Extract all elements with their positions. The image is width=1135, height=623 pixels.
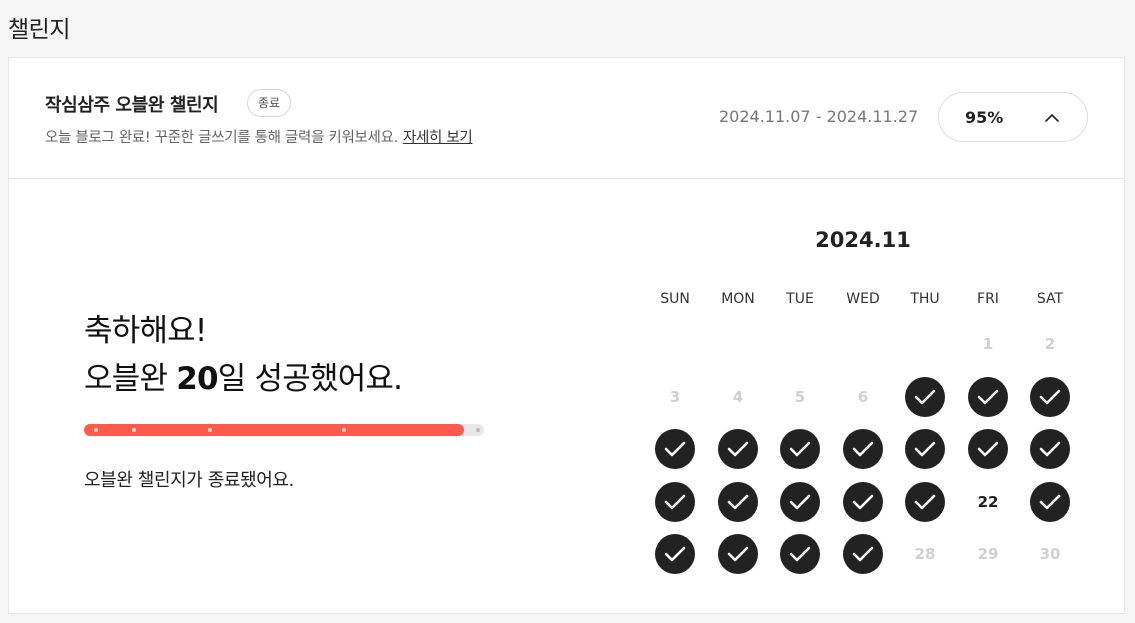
- check-icon: [914, 441, 936, 457]
- weekday-sun: SUN: [660, 291, 690, 307]
- chevron-up-icon: [1045, 113, 1059, 122]
- challenge-description: 오늘 블로그 완료! 꾸준한 글쓰기를 통해 글력을 키워보세요. 자세히 보기: [45, 126, 473, 147]
- detail-link[interactable]: 자세히 보기: [403, 130, 473, 146]
- calendar-day-28: 28: [914, 545, 936, 563]
- check-icon: [914, 494, 936, 510]
- calendar-day-29: 29: [977, 545, 999, 563]
- progress-bar: [84, 424, 484, 436]
- calendar-day-14: [905, 429, 945, 469]
- progress-percent: 95%: [965, 107, 1004, 127]
- challenge-header: 작심삼주 오블완 챌린지 종료 오늘 블로그 완료! 꾸준한 글쓰기를 통해 글…: [9, 58, 1124, 179]
- calendar-day-18: [718, 482, 758, 522]
- success-count: 20: [176, 361, 218, 397]
- calendar-day-23: [1030, 482, 1070, 522]
- check-icon: [852, 494, 874, 510]
- check-icon: [1039, 389, 1061, 405]
- calendar-day-17: [655, 482, 695, 522]
- calendar-day-22: 22: [977, 493, 999, 511]
- weekday-thu: THU: [910, 291, 940, 307]
- check-icon: [1039, 441, 1061, 457]
- calendar-day-10: [655, 429, 695, 469]
- success-suffix: 일 성공했어요.: [217, 361, 403, 397]
- check-icon: [664, 441, 686, 457]
- calendar-day-21: [905, 482, 945, 522]
- progress-bar-marker: [94, 428, 98, 432]
- check-icon: [727, 494, 749, 510]
- calendar-day-11: [718, 429, 758, 469]
- congrats-heading: 축하해요!: [84, 313, 207, 349]
- check-icon: [727, 441, 749, 457]
- progress-bar-marker: [476, 428, 480, 432]
- calendar-day-20: [843, 482, 883, 522]
- check-icon: [789, 441, 811, 457]
- progress-bar-marker: [132, 428, 136, 432]
- calendar-day-6: 6: [857, 388, 869, 406]
- calendar-day-1: 1: [982, 335, 994, 353]
- calendar-day-4: 4: [732, 388, 744, 406]
- calendar-day-9: [1030, 377, 1070, 417]
- weekday-wed: WED: [846, 291, 880, 307]
- calendar-day-3: 3: [669, 388, 681, 406]
- calendar-day-5: 5: [794, 388, 806, 406]
- check-icon: [727, 546, 749, 562]
- check-icon: [914, 389, 936, 405]
- check-icon: [977, 441, 999, 457]
- status-badge: 종료: [247, 89, 292, 117]
- check-icon: [789, 494, 811, 510]
- calendar-day-19: [780, 482, 820, 522]
- check-icon: [852, 546, 874, 562]
- progress-bar-marker: [342, 428, 346, 432]
- weekday-sat: SAT: [1036, 291, 1064, 307]
- success-summary: 오블완 20일 성공했어요.: [84, 353, 403, 398]
- progress-bar-marker: [208, 428, 212, 432]
- calendar-day-25: [718, 534, 758, 574]
- calendar-month-title: 2024.11: [815, 228, 911, 252]
- weekday-mon: MON: [721, 291, 755, 307]
- calendar-day-8: [968, 377, 1008, 417]
- weekday-fri: FRI: [977, 291, 999, 307]
- check-icon: [789, 546, 811, 562]
- calendar-day-26: [780, 534, 820, 574]
- weekday-tue: TUE: [786, 291, 814, 307]
- calendar-day-27: [843, 534, 883, 574]
- calendar-day-2: 2: [1044, 335, 1056, 353]
- calendar-day-12: [780, 429, 820, 469]
- calendar-day-16: [1030, 429, 1070, 469]
- progress-bar-fill: [84, 424, 464, 436]
- check-icon: [664, 546, 686, 562]
- calendar-day-30: 30: [1039, 545, 1061, 563]
- calendar-day-7: [905, 377, 945, 417]
- challenge-period: 2024.11.07 - 2024.11.27: [719, 107, 919, 126]
- challenge-ended-message: 오블완 챌린지가 종료됐어요.: [84, 470, 294, 491]
- check-icon: [977, 389, 999, 405]
- calendar-day-15: [968, 429, 1008, 469]
- success-prefix: 오블완: [84, 361, 177, 397]
- check-icon: [852, 441, 874, 457]
- check-icon: [664, 494, 686, 510]
- calendar-day-13: [843, 429, 883, 469]
- challenge-title: 작심삼주 오블완 챌린지: [45, 95, 219, 116]
- page-title: 챌린지: [8, 17, 70, 43]
- check-icon: [1039, 494, 1061, 510]
- calendar-day-24: [655, 534, 695, 574]
- description-text: 오늘 블로그 완료! 꾸준한 글쓰기를 통해 글력을 키워보세요.: [45, 130, 398, 146]
- challenge-body: 축하해요! 오블완 20일 성공했어요. 오블완 챌린지가 종료됐어요. 202…: [9, 179, 1124, 613]
- challenge-card: 작심삼주 오블완 챌린지 종료 오늘 블로그 완료! 꾸준한 글쓰기를 통해 글…: [8, 57, 1125, 614]
- progress-toggle-button[interactable]: 95%: [938, 92, 1088, 142]
